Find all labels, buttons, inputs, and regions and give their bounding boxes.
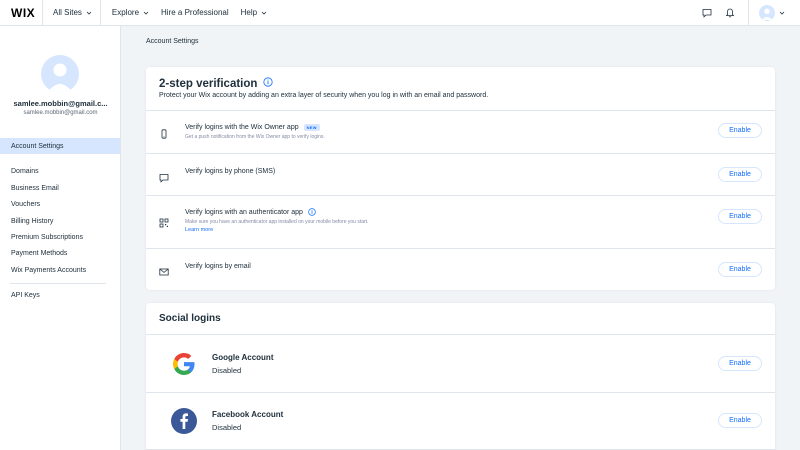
all-sites-menu[interactable]: All Sites: [53, 8, 93, 17]
verify-owner-app-desc: Get a push notification from the Wix Own…: [185, 134, 325, 140]
help-label: Help: [240, 8, 258, 17]
account-menu[interactable]: [759, 5, 786, 21]
all-sites-label: All Sites: [53, 8, 82, 17]
info-icon[interactable]: [263, 77, 274, 90]
page-title: Account Settings: [146, 38, 199, 45]
verify-sms-title: Verify logins by phone (SMS): [185, 168, 276, 175]
divider: [146, 392, 775, 393]
sidebar-item-premium-subscriptions[interactable]: Premium Subscriptions: [0, 229, 120, 245]
enable-authenticator-button[interactable]: Enable: [718, 209, 762, 224]
sidebar: samlee.mobbin@gmail.c... samlee.mobbin@g…: [0, 26, 121, 450]
verify-email-title: Verify logins by email: [185, 263, 251, 270]
enable-google-button[interactable]: Enable: [718, 356, 762, 371]
qr-code-icon: [159, 215, 169, 228]
google-icon: [170, 350, 198, 378]
two-step-subtitle: Protect your Wix account by adding an ex…: [159, 92, 489, 99]
divider: [146, 248, 775, 249]
google-account-status: Disabled: [212, 366, 242, 375]
wix-logo[interactable]: WIX: [11, 6, 41, 20]
verify-authenticator-desc: Make sure you have an authenticator app …: [185, 219, 369, 225]
avatar: [759, 5, 775, 21]
chevron-down-icon: [85, 9, 93, 17]
social-logins-card: Social logins Google Account Disabled En…: [146, 303, 775, 450]
facebook-icon: [170, 407, 198, 435]
facebook-account-name: Facebook Account: [212, 410, 284, 419]
sidebar-item-payment-methods[interactable]: Payment Methods: [0, 245, 120, 261]
sidebar-item-account-settings[interactable]: Account Settings: [0, 138, 120, 154]
messages-icon[interactable]: [700, 6, 714, 20]
sidebar-item-vouchers[interactable]: Vouchers: [0, 196, 120, 212]
verify-authenticator-title: Verify logins with an authenticator app: [185, 208, 303, 216]
sidebar-item-domains[interactable]: Domains: [0, 163, 120, 179]
verify-authenticator-title-row: Verify logins with an authenticator app: [185, 208, 316, 216]
top-right-actions: [700, 0, 800, 26]
bell-icon[interactable]: [723, 6, 737, 20]
user-name: samlee.mobbin@gmail.c...: [13, 99, 108, 108]
sidebar-item-wix-payments-accounts[interactable]: Wix Payments Accounts: [0, 262, 120, 278]
info-icon[interactable]: [308, 208, 316, 216]
phone-icon: [159, 126, 169, 139]
divider: [146, 195, 775, 196]
sidebar-divider: [10, 283, 106, 284]
sidebar-item-billing-history[interactable]: Billing History: [0, 213, 120, 229]
verify-owner-app-title-row: Verify logins with the Wix Owner app NEW: [185, 124, 320, 131]
divider: [146, 110, 775, 111]
explore-menu[interactable]: Explore: [112, 8, 150, 17]
divider: [146, 334, 775, 335]
divider: [748, 0, 749, 26]
sidebar-item-business-email[interactable]: Business Email: [0, 180, 120, 196]
two-step-title: 2-step verification: [159, 77, 258, 90]
chevron-down-icon: [778, 9, 786, 17]
sidebar-item-api-keys[interactable]: API Keys: [0, 287, 120, 303]
chevron-down-icon: [260, 9, 268, 17]
enable-email-button[interactable]: Enable: [718, 262, 762, 277]
social-logins-title: Social logins: [159, 313, 221, 324]
two-step-verification-card: 2-step verification Protect your Wix acc…: [146, 67, 775, 290]
hire-label: Hire a Professional: [161, 8, 229, 17]
new-badge: NEW: [303, 124, 320, 131]
envelope-icon: [159, 264, 169, 276]
top-bar: WIX All Sites Explore Hire a Professiona…: [0, 0, 800, 26]
verify-owner-app-title: Verify logins with the Wix Owner app: [185, 124, 299, 131]
chat-bubble-icon: [159, 170, 169, 183]
divider: [99, 0, 101, 26]
two-step-title-row: 2-step verification: [159, 77, 274, 90]
facebook-account-status: Disabled: [212, 423, 242, 432]
explore-label: Explore: [111, 8, 140, 17]
divider: [146, 153, 775, 154]
enable-sms-button[interactable]: Enable: [718, 167, 762, 182]
avatar[interactable]: [41, 55, 79, 93]
hire-professional-link[interactable]: Hire a Professional: [161, 8, 229, 17]
help-menu[interactable]: Help: [241, 8, 268, 17]
enable-owner-app-button[interactable]: Enable: [718, 123, 762, 138]
enable-facebook-button[interactable]: Enable: [718, 413, 762, 428]
chevron-down-icon: [142, 9, 150, 17]
google-account-name: Google Account: [212, 353, 274, 362]
divider: [42, 0, 43, 26]
user-email: samlee.mobbin@gmail.com: [23, 110, 98, 116]
learn-more-link[interactable]: Learn more: [185, 227, 213, 233]
